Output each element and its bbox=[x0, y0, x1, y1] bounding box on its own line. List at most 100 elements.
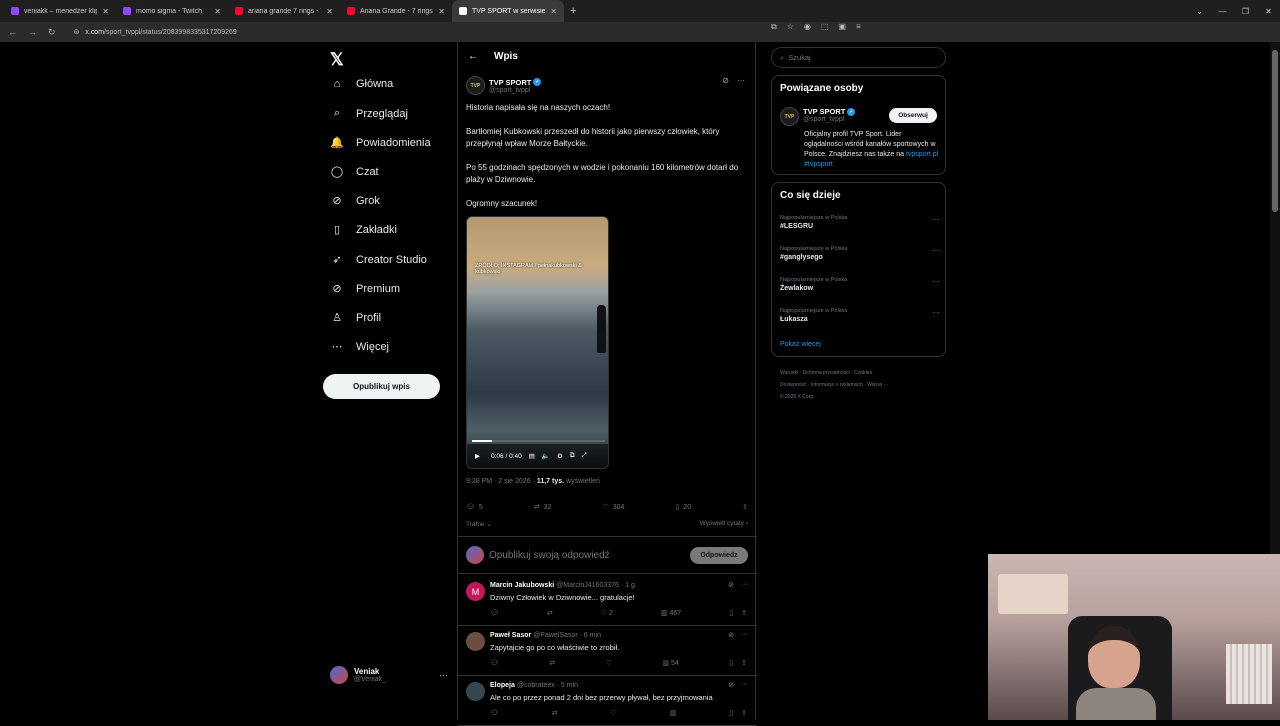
extension-badge-icon[interactable]: ▣ bbox=[838, 22, 846, 32]
more-icon[interactable]: ··· bbox=[932, 246, 940, 255]
captions-icon[interactable]: ▤ bbox=[529, 452, 535, 460]
share-icon[interactable]: ⇪ bbox=[741, 609, 747, 617]
reply-icon[interactable]: 💬︎ bbox=[490, 709, 499, 717]
grok-icon[interactable]: ⊘ bbox=[728, 581, 734, 589]
video-player[interactable]: ŹRÓDŁO: INSTAGRAM / pełnakubkowski & kub… bbox=[466, 216, 609, 469]
back-arrow-icon[interactable]: ← bbox=[468, 51, 478, 62]
nav-item[interactable]: ▯ Zakładki bbox=[330, 223, 397, 237]
forward-icon[interactable]: → bbox=[28, 27, 37, 38]
share-button[interactable]: ⇪ bbox=[742, 503, 748, 511]
volume-icon[interactable]: 🔈 bbox=[542, 452, 550, 460]
tab-close-icon[interactable]: ✕ bbox=[550, 7, 557, 16]
settings-icon[interactable]: ⚙ bbox=[557, 452, 563, 460]
browser-tab[interactable]: momo sigma - Twitch ✕ bbox=[116, 0, 228, 22]
account-switcher[interactable]: Veniak @Veniak_ ··· bbox=[330, 666, 448, 684]
avatar[interactable]: TVP bbox=[466, 76, 485, 95]
more-icon[interactable]: ··· bbox=[932, 215, 940, 224]
views-button[interactable]: ▥ 54 bbox=[662, 659, 678, 667]
nav-item[interactable]: ➶ Creator Studio bbox=[330, 253, 427, 267]
reload-icon[interactable]: ↻ bbox=[48, 27, 56, 38]
footer-line[interactable]: Dostępność · Informacje o reklamach · Wi… bbox=[780, 379, 940, 391]
more-icon[interactable]: ··· bbox=[741, 631, 748, 639]
reply-item[interactable]: Paweł Sasor @PawelSasor · 6 min Zapytajc… bbox=[458, 626, 757, 676]
nav-item[interactable]: ⌕ Przeglądaj bbox=[330, 107, 408, 120]
url-field[interactable]: ⊜ x.com/sport_tvppl/status/2083998335317… bbox=[74, 28, 237, 37]
site-info-icon[interactable]: ⊜ bbox=[74, 28, 80, 36]
reply-author-handle[interactable]: @cobrateex · 5 min bbox=[517, 682, 578, 689]
footer-line[interactable]: Warunki · Ochrona prywatności · Cookies … bbox=[780, 367, 940, 379]
close-window-button[interactable]: ✕ bbox=[1257, 7, 1280, 16]
browser-tab[interactable]: ariana grande 7 rings - YouTube ✕ bbox=[228, 0, 340, 22]
related-account[interactable]: TVP TVP SPORT ✓ @sport_tvppl bbox=[780, 107, 856, 126]
profile-icon[interactable]: ◉ bbox=[804, 22, 811, 32]
trend-item[interactable]: Najpopularniejsze w Polska #LESGRU ··· bbox=[780, 215, 940, 230]
more-icon[interactable]: ··· bbox=[741, 681, 748, 689]
nav-item[interactable]: ◯ Czat bbox=[330, 165, 379, 179]
bookmark-icon[interactable]: ▯ bbox=[729, 709, 733, 717]
extensions-icon[interactable]: ⬚ bbox=[821, 22, 829, 32]
scrollbar-thumb[interactable] bbox=[1272, 50, 1278, 212]
trend-item[interactable]: Najpopularniejsze w Polska Łukasza ··· bbox=[780, 308, 940, 323]
share-icon[interactable]: ⇪ bbox=[741, 659, 747, 667]
reply-icon[interactable]: 💬︎ bbox=[490, 659, 499, 667]
repost-button[interactable]: ⇄ 32 bbox=[534, 503, 552, 512]
tab-close-icon[interactable]: ✕ bbox=[326, 7, 333, 16]
views-button[interactable]: ▥ 467 bbox=[661, 609, 681, 617]
tab-close-icon[interactable]: ✕ bbox=[214, 7, 221, 16]
minimize-button[interactable]: — bbox=[1211, 7, 1234, 16]
bio-hashtag[interactable]: #tvpsport bbox=[804, 161, 833, 168]
x-logo-icon[interactable]: 𝕏 bbox=[330, 50, 344, 70]
bio-link[interactable]: tvpsport.pl bbox=[906, 151, 938, 158]
install-app-icon[interactable]: ⧉ bbox=[771, 22, 777, 32]
reply-author-name[interactable]: Paweł Sasor bbox=[490, 632, 531, 639]
maximize-button[interactable]: ❐ bbox=[1234, 7, 1257, 16]
reply-submit-button[interactable]: Odpowiedz bbox=[690, 546, 748, 564]
play-icon[interactable]: ▶ bbox=[475, 452, 480, 460]
reply-author-handle[interactable]: @MarcinJ41603376 · 1 g. bbox=[556, 582, 637, 589]
repost-icon[interactable]: ⇄ bbox=[547, 609, 553, 617]
reply-icon[interactable]: 💬︎ bbox=[490, 609, 499, 617]
nav-item[interactable]: 🔔 Powiadomienia bbox=[330, 136, 430, 150]
reply-author-handle[interactable]: @PawelSasor · 6 min bbox=[533, 632, 601, 639]
tab-search-icon[interactable]: ⌄ bbox=[1188, 7, 1211, 16]
repost-icon[interactable]: ⇄ bbox=[549, 659, 555, 667]
grok-icon[interactable]: ⊘ bbox=[728, 681, 734, 689]
like-button[interactable]: ♡ bbox=[606, 659, 612, 667]
nav-item[interactable]: ♙ Profil bbox=[330, 311, 381, 325]
bookmark-star-icon[interactable]: ☆ bbox=[787, 22, 794, 32]
browser-tab[interactable]: TVP SPORT w serwisie X: „Hi ✕ bbox=[452, 0, 564, 22]
nav-item[interactable]: ⋯ Więcej bbox=[330, 340, 390, 354]
reply-author-name[interactable]: Elopeja bbox=[490, 682, 515, 689]
pip-icon[interactable]: ⧉ bbox=[570, 452, 575, 460]
grok-icon[interactable]: ⊘ bbox=[722, 76, 729, 85]
trend-item[interactable]: Najpopularniejsze w Polska Żewlakow ··· bbox=[780, 277, 940, 292]
more-icon[interactable]: ··· bbox=[932, 308, 940, 317]
trend-item[interactable]: Najpopularniejsze w Polska #ganglysego ··· bbox=[780, 246, 940, 261]
avatar[interactable]: M bbox=[466, 582, 485, 601]
browser-tab[interactable]: veniakk – menedżer klipów – Tw ✕ bbox=[4, 0, 116, 22]
view-quotes-link[interactable]: Wyświetl cytaty › bbox=[700, 520, 748, 528]
post-button[interactable]: Opublikuj wpis bbox=[323, 374, 440, 399]
fullscreen-icon[interactable]: ⤢ bbox=[581, 452, 586, 460]
like-button[interactable]: ♡ 2 bbox=[601, 609, 613, 617]
follow-button[interactable]: Obserwuj bbox=[889, 108, 937, 123]
views-button[interactable]: ▥ bbox=[670, 709, 677, 717]
reply-item[interactable]: Elopeja @cobrateex · 5 min Ale co po prz… bbox=[458, 676, 757, 726]
grok-icon[interactable]: ⊘ bbox=[728, 631, 734, 639]
bookmark-icon[interactable]: ▯ bbox=[729, 659, 733, 667]
new-tab-button[interactable]: + bbox=[564, 5, 582, 17]
share-icon[interactable]: ⇪ bbox=[741, 709, 747, 717]
tab-close-icon[interactable]: ✕ bbox=[438, 7, 445, 16]
more-icon[interactable]: ··· bbox=[932, 277, 940, 286]
post-timestamp[interactable]: 9:28 PM · 2 sie 2026 · bbox=[466, 478, 537, 485]
avatar[interactable] bbox=[466, 632, 485, 651]
more-icon[interactable]: ··· bbox=[439, 670, 448, 680]
like-button[interactable]: ♡ 304 bbox=[602, 503, 624, 512]
like-button[interactable]: ♡ bbox=[611, 709, 617, 717]
repost-icon[interactable]: ⇄ bbox=[552, 709, 558, 717]
nav-item[interactable]: ⌂ Główna bbox=[330, 78, 394, 90]
video-progress-bar[interactable] bbox=[472, 440, 605, 442]
show-more-link[interactable]: Pokaż więcej bbox=[780, 341, 821, 348]
browser-tab[interactable]: Ariana Grande - 7 rings (Officia ✕ bbox=[340, 0, 452, 22]
reply-item[interactable]: M Marcin Jakubowski @MarcinJ41603376 · 1… bbox=[458, 576, 757, 626]
